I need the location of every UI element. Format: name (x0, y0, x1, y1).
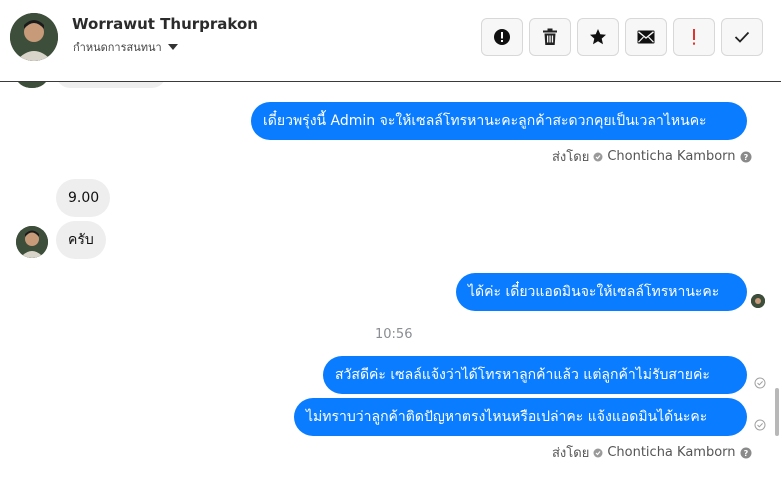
incoming-message[interactable]: 9.00 (56, 179, 110, 217)
sent-check-icon (593, 152, 603, 161)
seen-avatar (751, 294, 765, 308)
sent-by-prefix: ส่งโดย (552, 150, 590, 165)
conversation-label: กำหนดการสนทนา (73, 41, 162, 54)
outgoing-message[interactable]: ได้ค่ะ เดี๋ยวแอดมินจะให้เซลล์โทรหานะคะ (456, 273, 747, 311)
star-button[interactable] (577, 18, 619, 56)
contact-avatar[interactable] (10, 13, 58, 61)
outgoing-message[interactable]: เดี๋ยวพรุ่งนี้ Admin จะให้เซลล์โทรหานะคะ… (251, 102, 747, 140)
message-text: ไม่ทราบว่าลูกค้าติดปัญหาตรงไหนหรือเปล่าค… (306, 409, 708, 425)
outgoing-message[interactable]: ไม่ทราบว่าลูกค้าติดปัญหาตรงไหนหรือเปล่าค… (294, 398, 747, 436)
message-text: 9.00 (68, 190, 100, 206)
outgoing-message[interactable]: สวัสดีค่ะ เซลล์แจ้งว่าได้โทรหาลูกค้าแล้ว… (323, 356, 747, 394)
caret-down-icon (167, 44, 178, 50)
help-icon[interactable]: ? (740, 151, 752, 163)
report-button[interactable] (481, 18, 523, 56)
conversation-header: Worrawut Thurprakon กำหนดการสนทนา (0, 0, 781, 82)
scrollbar-thumb[interactable] (775, 388, 779, 436)
sent-by-info: ส่งโดย Chonticha Kamborn ? (552, 442, 752, 463)
envelope-icon (637, 30, 655, 44)
svg-text:?: ? (743, 153, 748, 162)
trash-icon (543, 28, 557, 45)
sender-agent-name: Chonticha Kamborn (607, 149, 736, 164)
sent-by-prefix: ส่งโดย (552, 446, 590, 461)
sender-avatar[interactable] (16, 226, 48, 258)
contact-name[interactable]: Worrawut Thurprakon (72, 15, 258, 33)
delivered-check-icon (754, 419, 766, 431)
timestamp: 10:56 (375, 327, 413, 342)
sent-by-info: ส่งโดย Chonticha Kamborn ? (552, 146, 752, 167)
message-text: ได้ค่ะ เดี๋ยวแอดมินจะให้เซลล์โทรหานะคะ (468, 284, 720, 300)
help-icon[interactable]: ? (740, 447, 752, 459)
checkmark-icon (734, 31, 750, 43)
svg-text:?: ? (743, 449, 748, 458)
message-text: เดี๋ยวพรุ่งนี้ Admin จะให้เซลล์โทรหานะคะ… (263, 113, 707, 129)
conversation-label-dropdown[interactable]: กำหนดการสนทนา (73, 38, 178, 56)
message-text: สวัสดีค่ะ เซลล์แจ้งว่าได้โทรหาลูกค้าแล้ว… (335, 367, 710, 383)
exclamation-icon (693, 29, 695, 45)
delivered-check-icon (754, 377, 766, 389)
incoming-message[interactable]: ครับ (56, 221, 106, 259)
sent-check-icon (593, 448, 603, 457)
message-text: ครับ (68, 232, 94, 248)
delete-button[interactable] (529, 18, 571, 56)
important-button[interactable] (673, 18, 715, 56)
alert-circle-icon (494, 29, 510, 45)
sender-agent-name: Chonticha Kamborn (607, 445, 736, 460)
star-icon (590, 29, 606, 45)
mail-button[interactable] (625, 18, 667, 56)
done-button[interactable] (721, 18, 763, 56)
